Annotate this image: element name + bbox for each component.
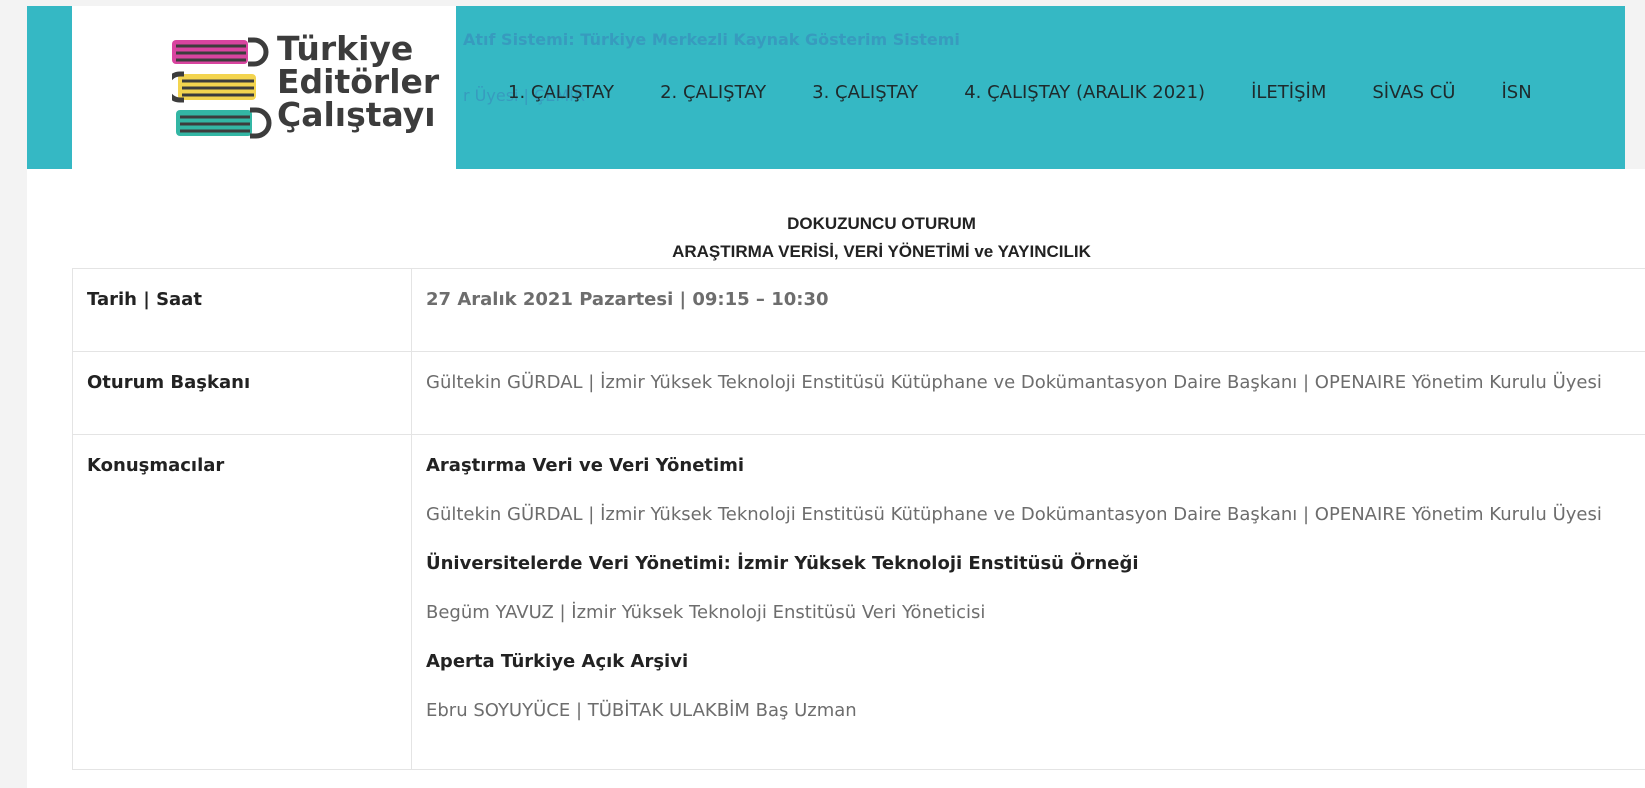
- date-value: 27 Aralık 2021 Pazartesi | 09:15 – 10:30: [411, 268, 1645, 352]
- nav-item-calistay-4[interactable]: 4. ÇALIŞTAY (ARALIK 2021): [964, 82, 1205, 103]
- talk-speaker: Gültekin GÜRDAL | İzmir Yüksek Teknoloji…: [426, 504, 1602, 525]
- logo-line-3: Çalıştayı: [277, 95, 436, 134]
- ghost-announcement-text: Atıf Sistemi: Türkiye Merkezli Kaynak Gö…: [463, 30, 960, 49]
- table-row: Konuşmacılar Araştırma Veri ve Veri Yöne…: [72, 434, 1645, 770]
- main-nav: 1. ÇALIŞTAY 2. ÇALIŞTAY 3. ÇALIŞTAY 4. Ç…: [508, 82, 1578, 103]
- nav-item-calistay-3[interactable]: 3. ÇALIŞTAY: [812, 82, 918, 103]
- chair-value: Gültekin GÜRDAL | İzmir Yüksek Teknoloji…: [411, 351, 1645, 435]
- speakers-list: Araştırma Veri ve Veri Yönetimi Gültekin…: [411, 434, 1645, 770]
- date-label: Tarih | Saat: [72, 268, 412, 352]
- nav-item-isn[interactable]: İSN: [1501, 82, 1531, 103]
- talk-speaker: Begüm YAVUZ | İzmir Yüksek Teknoloji Ens…: [426, 602, 986, 623]
- talk-title: Aperta Türkiye Açık Arşivi: [426, 651, 689, 672]
- site-header: Türkiye Editörler Çalıştayı Atıf Sistemi…: [27, 6, 1625, 169]
- session-table: Tarih | Saat 27 Aralık 2021 Pazartesi | …: [72, 268, 1645, 770]
- table-row: Tarih | Saat 27 Aralık 2021 Pazartesi | …: [72, 268, 1645, 352]
- nav-item-calistay-2[interactable]: 2. ÇALIŞTAY: [660, 82, 766, 103]
- table-row: Oturum Başkanı Gültekin GÜRDAL | İzmir Y…: [72, 351, 1645, 435]
- nav-item-calistay-1[interactable]: 1. ÇALIŞTAY: [508, 82, 614, 103]
- speakers-label: Konuşmacılar: [72, 434, 412, 770]
- talk-title: Üniversitelerde Veri Yönetimi: İzmir Yük…: [426, 553, 1139, 574]
- talk-title: Araştırma Veri ve Veri Yönetimi: [426, 455, 745, 476]
- talk-speaker: Ebru SOYUYÜCE | TÜBİTAK ULAKBİM Baş Uzma…: [426, 700, 857, 721]
- books-logo-icon: [172, 37, 272, 139]
- site-logo[interactable]: Türkiye Editörler Çalıştayı: [72, 6, 456, 169]
- session-title: DOKUZUNCU OTURUM: [787, 214, 976, 233]
- session-subtitle: ARAŞTIRMA VERİSİ, VERİ YÖNETİMİ ve YAYIN…: [672, 242, 1091, 261]
- nav-item-sivas-cu[interactable]: SİVAS CÜ: [1372, 82, 1455, 103]
- chair-label: Oturum Başkanı: [72, 351, 412, 435]
- logo-line-1: Türkiye: [277, 29, 414, 68]
- logo-line-2: Editörler: [277, 62, 440, 101]
- nav-item-iletisim[interactable]: İLETİŞİM: [1251, 82, 1326, 103]
- logo-text: Türkiye Editörler Çalıştayı: [277, 32, 439, 131]
- main-content: DOKUZUNCU OTURUM ARAŞTIRMA VERİSİ, VERİ …: [0, 169, 1645, 788]
